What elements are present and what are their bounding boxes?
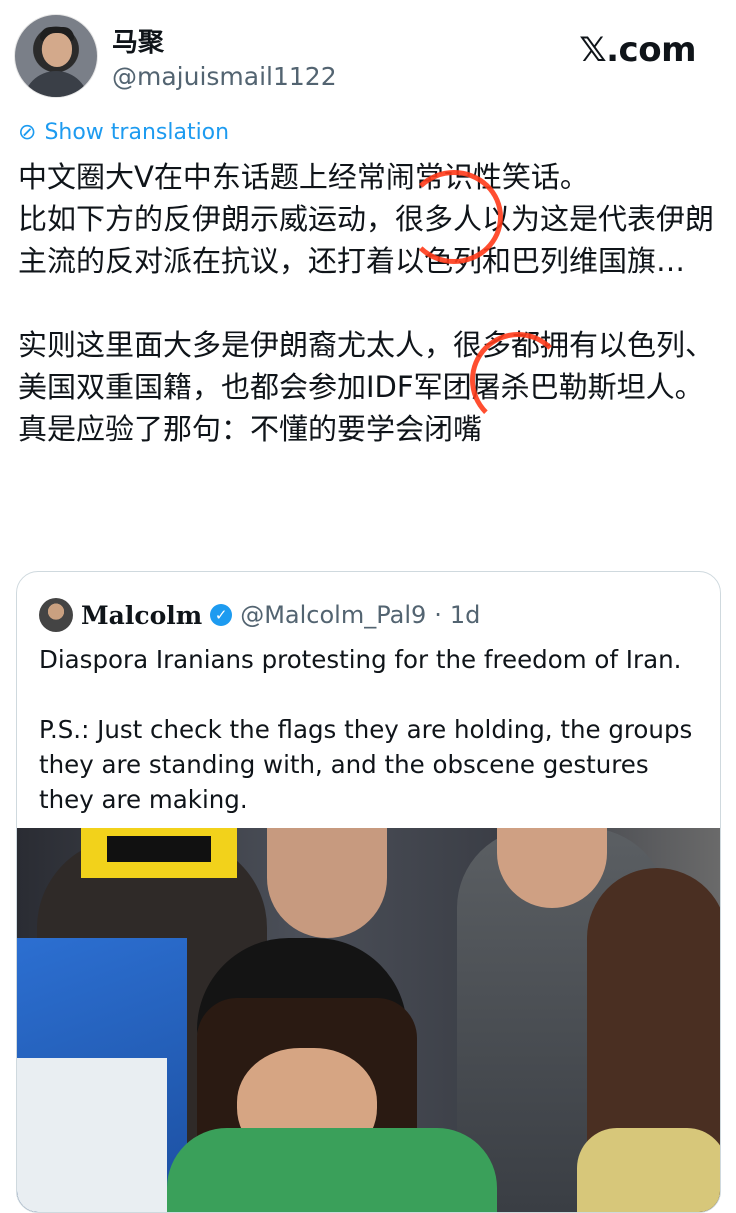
tweet-header: 马聚 @majuismail1122 𝕏.com — [14, 14, 714, 100]
flag-white — [17, 1058, 167, 1212]
green-jacket — [167, 1128, 497, 1212]
separator-dot: · — [434, 601, 442, 629]
quoted-author-name[interactable]: Malcolm — [81, 601, 202, 630]
x-logo: 𝕏.com — [579, 30, 696, 70]
black-redaction-bar — [107, 836, 211, 862]
quoted-tweet-header: Malcolm ✓ @Malcolm_Pal9 · 1d — [39, 598, 480, 632]
quoted-tweet-text: Diaspora Iranians protesting for the fre… — [39, 645, 693, 814]
show-translation-label: Show translation — [44, 120, 230, 145]
quoted-tweet-time[interactable]: 1d — [450, 601, 481, 629]
translate-globe-icon: ⊘ — [18, 120, 37, 145]
quoted-author-avatar[interactable] — [39, 598, 73, 632]
tweet-text: 中文圈大V在中东话题上经常闹常识性笑话。 比如下方的反伊朗示威运动，很多人以为这… — [18, 160, 715, 446]
verified-badge-icon: ✓ — [210, 604, 233, 626]
show-translation-link[interactable]: ⊘ Show translation — [18, 120, 229, 145]
author-display-name[interactable]: 马聚 — [112, 22, 164, 59]
author-avatar[interactable] — [14, 14, 98, 98]
yellow-top — [577, 1128, 720, 1212]
quoted-tweet-card[interactable]: Malcolm ✓ @Malcolm_Pal9 · 1d Diaspora Ir… — [16, 571, 721, 1213]
quoted-author-handle[interactable]: @Malcolm_Pal9 — [240, 601, 426, 629]
author-handle[interactable]: @majuismail1122 — [112, 62, 337, 91]
quoted-tweet-video[interactable] — [17, 828, 720, 1212]
